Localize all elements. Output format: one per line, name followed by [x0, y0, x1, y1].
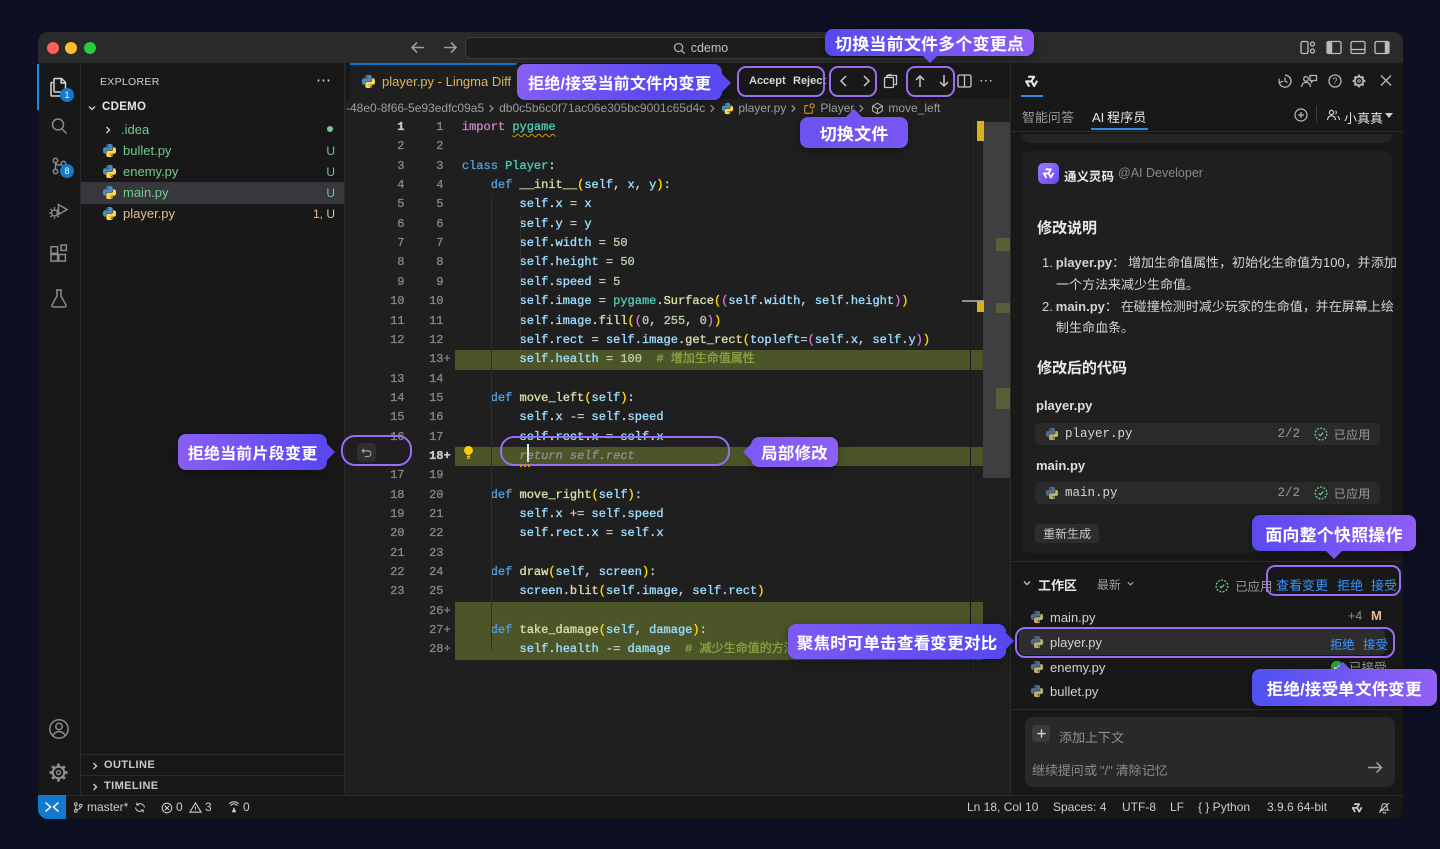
svg-text:?: ? [1332, 76, 1337, 86]
